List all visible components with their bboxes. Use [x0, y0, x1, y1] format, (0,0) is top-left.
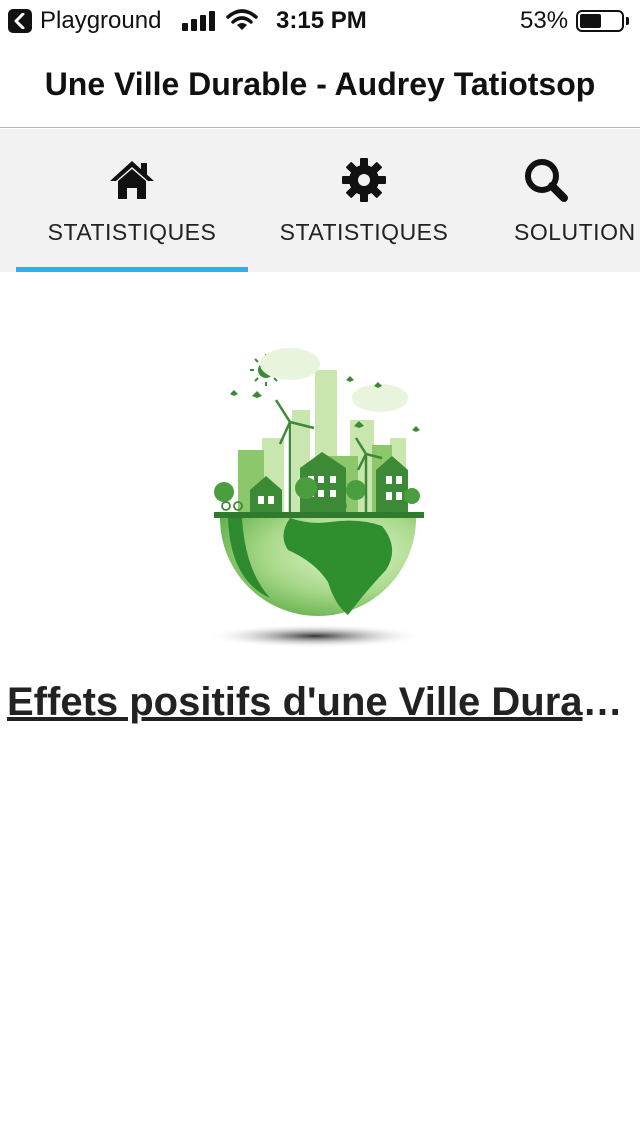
- status-bar: Playground 3:15 PM 53%: [0, 0, 640, 40]
- tab-statistiques-settings[interactable]: STATISTIQUES: [248, 129, 480, 272]
- wifi-icon: [226, 9, 258, 30]
- battery-level-fill: [580, 14, 601, 28]
- battery-icon: [576, 10, 624, 32]
- back-to-app-label[interactable]: Playground: [40, 6, 161, 36]
- navigation-header: Une Ville Durable - Audrey Tatiotsop: [0, 40, 640, 128]
- search-icon: [525, 159, 568, 202]
- back-chevron-icon[interactable]: [8, 9, 32, 33]
- tab-label: STATISTIQUES: [47, 219, 217, 245]
- tab-solution[interactable]: SOLUTION: [458, 129, 640, 272]
- gear-icon: [342, 158, 386, 202]
- top-tab-bar: STATISTIQUES STATISTIQUES SOLUTION: [0, 129, 640, 272]
- tab-label: SOLUTION: [514, 219, 636, 245]
- home-icon: [110, 161, 154, 199]
- article-title-link[interactable]: Effets positifs d'une Ville Durable: [7, 676, 633, 728]
- sustainable-city-globe-illustration: [205, 348, 425, 648]
- tab-label: STATISTIQUES: [279, 219, 449, 245]
- battery-nub: [626, 17, 629, 25]
- page-title: Une Ville Durable - Audrey Tatiotsop: [44, 66, 596, 102]
- clock-time: 3:15 PM: [276, 7, 367, 34]
- signal-icon: [182, 11, 216, 31]
- selected-tab-indicator: [16, 267, 248, 272]
- battery-percent: 53%: [520, 7, 569, 34]
- tab-statistiques-home[interactable]: STATISTIQUES: [16, 129, 248, 272]
